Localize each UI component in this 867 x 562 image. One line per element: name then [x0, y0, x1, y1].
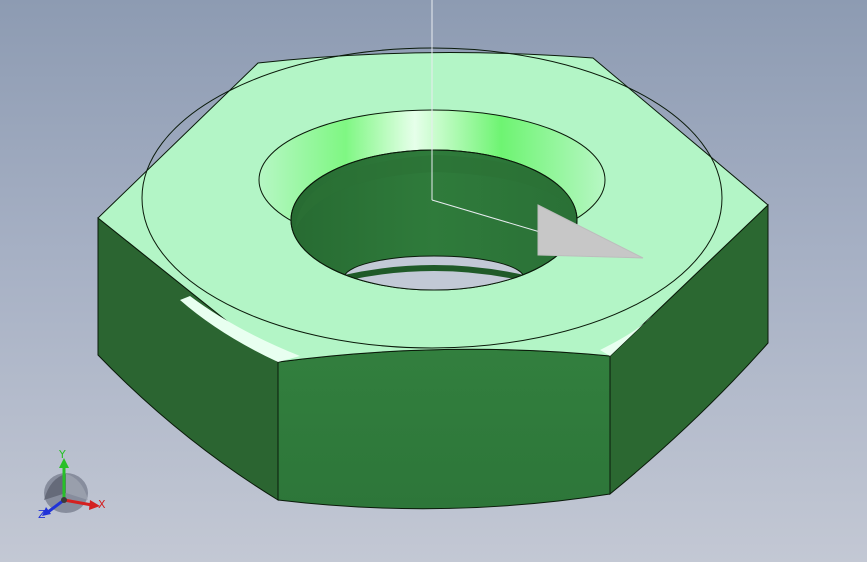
- coordinate-triad[interactable]: Y X Z: [38, 448, 106, 521]
- nut-front-face: [277, 348, 611, 510]
- triad-z-label: Z: [38, 508, 46, 521]
- model-view[interactable]: Y X Z: [0, 0, 867, 562]
- hex-nut-model[interactable]: [97, 47, 769, 510]
- triad-y-label: Y: [58, 448, 66, 461]
- triad-x-label: X: [98, 498, 106, 511]
- 3d-viewport[interactable]: Y X Z: [0, 0, 867, 562]
